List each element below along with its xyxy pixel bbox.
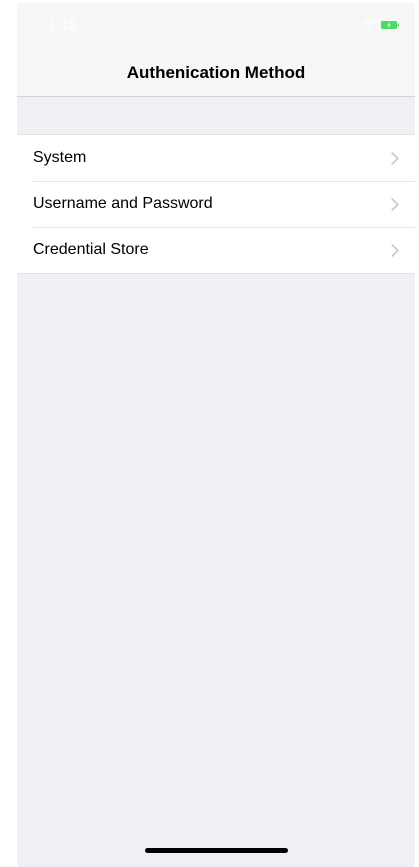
navigation-bar: Authenication Method [17,47,415,97]
app-screen: 1:13 Authenication Method System Usernam [17,3,415,867]
wifi-icon [363,20,375,29]
list-item-label: Username and Password [33,195,213,212]
status-time: 1:13 [49,17,77,32]
list-item-system[interactable]: System [17,135,415,181]
status-icons [363,20,399,29]
list-item-label: Credential Store [33,241,149,258]
chevron-right-icon [391,152,399,165]
home-indicator[interactable] [145,848,288,853]
chevron-right-icon [391,244,399,257]
list-item-credential-store[interactable]: Credential Store [17,227,415,273]
page-title: Authenication Method [126,63,306,82]
list-item-label: System [33,149,87,166]
status-bar: 1:13 [17,3,415,47]
chevron-right-icon [391,198,399,211]
battery-icon [381,20,399,29]
authentication-method-list: System Username and Password Credential … [17,134,415,274]
list-item-username-and-password[interactable]: Username and Password [17,181,415,227]
